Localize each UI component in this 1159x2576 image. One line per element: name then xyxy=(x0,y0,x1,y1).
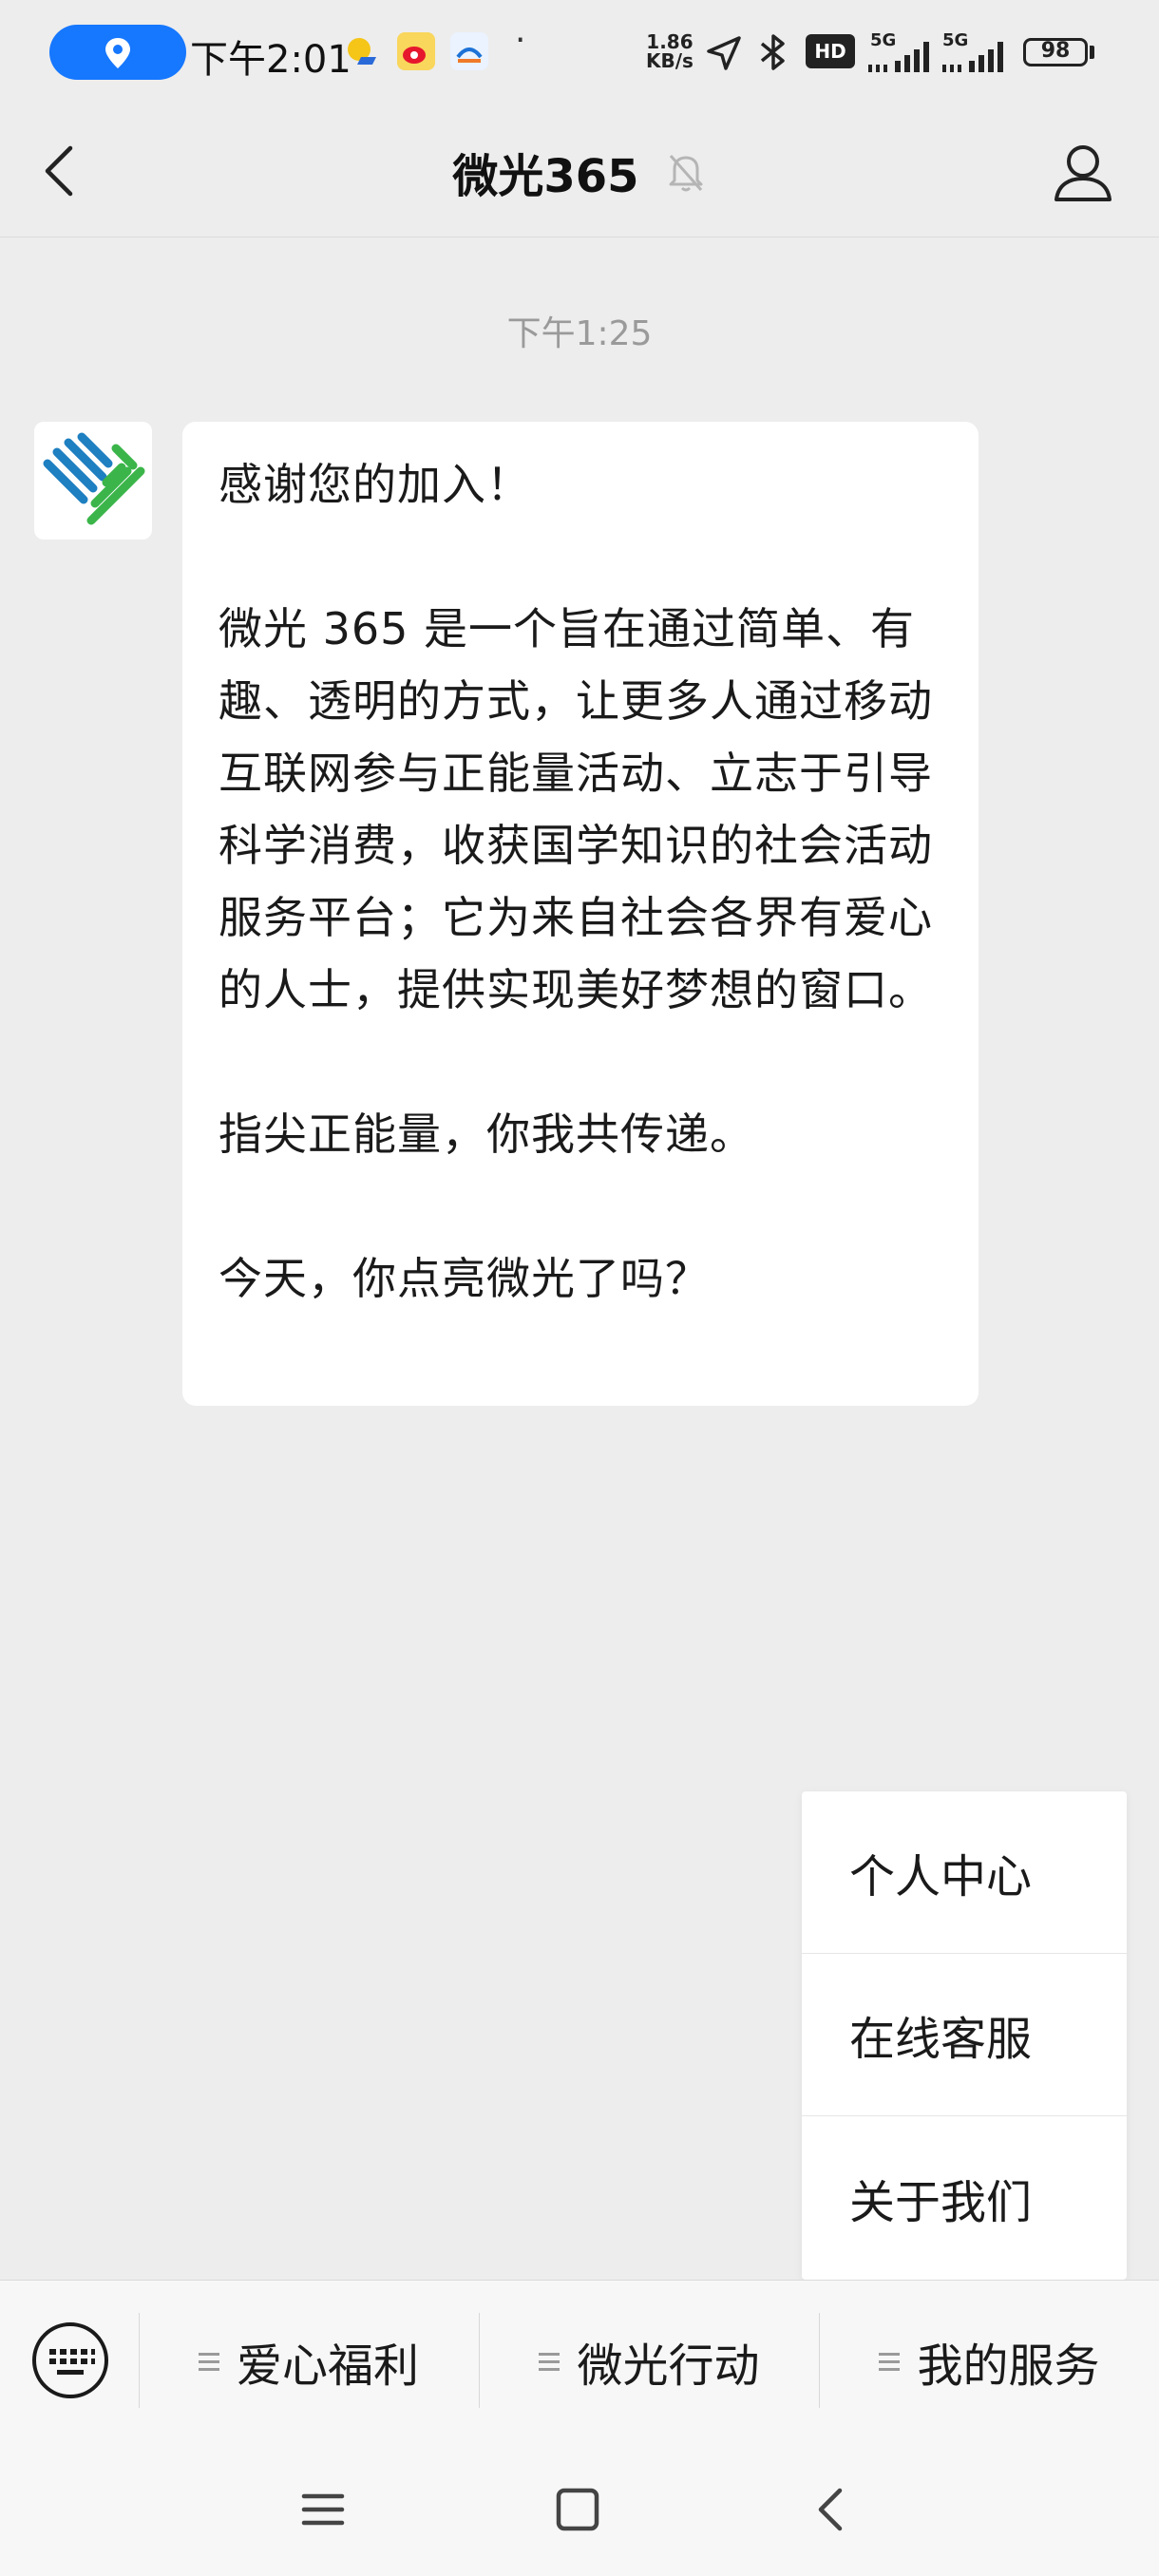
battery-icon: 98 xyxy=(1023,38,1088,66)
weiguang-logo-icon xyxy=(43,432,145,525)
nav-back-button[interactable] xyxy=(804,2481,861,2538)
weather-icon xyxy=(344,32,382,70)
bottom-menu-bar: 爱心福利 微光行动 我的服务 xyxy=(0,2280,1159,2443)
battery-level: 98 xyxy=(1040,39,1071,63)
menu-item-online-service[interactable]: 在线客服 xyxy=(802,1954,1127,2116)
nav-home-button[interactable] xyxy=(549,2481,606,2538)
location-arrow-icon xyxy=(707,36,741,70)
hd-icon: HD xyxy=(806,34,855,68)
message-question: 今天，你点亮微光了吗？ xyxy=(218,1253,710,1304)
mute-bell-icon xyxy=(669,155,703,192)
keyboard-icon xyxy=(32,2322,108,2398)
message-intro: 微光 365 是一个旨在通过简单、有趣、透明的方式，让更多人通过移动互联网参与正… xyxy=(218,603,933,1015)
location-pill[interactable] xyxy=(49,25,186,80)
title-bar: 微光365 xyxy=(0,104,1159,237)
profile-button[interactable] xyxy=(1045,135,1121,211)
weibo-icon xyxy=(397,32,435,70)
bluetooth-icon xyxy=(760,34,785,70)
battery-cap xyxy=(1090,46,1094,59)
menu-item-personal-center[interactable]: 个人中心 xyxy=(802,1791,1127,1954)
status-more-dot: · xyxy=(515,21,526,60)
message-timestamp: 下午1:25 xyxy=(506,314,653,353)
profile-icon xyxy=(1054,145,1112,201)
message-slogan: 指尖正能量，你我共传递。 xyxy=(218,1108,754,1160)
system-nav-bar xyxy=(0,2443,1159,2576)
message-greeting: 感谢您的加入！ xyxy=(218,459,531,510)
menu-lines-icon xyxy=(539,2348,560,2376)
menu-tab-weiguang-action[interactable]: 微光行动 xyxy=(480,2281,819,2442)
menu-item-about-us[interactable]: 关于我们 xyxy=(802,2116,1127,2279)
menu-tab-love-welfare[interactable]: 爱心福利 xyxy=(140,2281,478,2442)
avatar[interactable] xyxy=(34,422,152,540)
network-speed: 1.86 KB/s xyxy=(646,30,694,72)
status-bar: 下午2:01 · 1.86 KB/s HD 5G 5G 98 xyxy=(0,0,1159,104)
menu-tab-my-services[interactable]: 我的服务 xyxy=(820,2281,1159,2442)
menu-lines-icon xyxy=(879,2348,901,2376)
back-icon xyxy=(818,2488,843,2531)
message-bubble[interactable]: 感谢您的加入！ 微光 365 是一个旨在通过简单、有趣、透明的方式，让更多人通过… xyxy=(182,422,978,1406)
app-icon xyxy=(450,32,488,70)
page-title: 微光365 xyxy=(452,150,639,203)
nav-menu-button[interactable] xyxy=(294,2481,352,2538)
status-time: 下午2:01 xyxy=(190,38,352,82)
keyboard-toggle-button[interactable] xyxy=(30,2320,110,2400)
menu-lines-icon xyxy=(198,2348,219,2376)
home-icon xyxy=(556,2488,599,2531)
menu-tab-label: 爱心福利 xyxy=(236,2339,419,2393)
popup-menu: 个人中心 在线客服 关于我们 xyxy=(802,1791,1127,2280)
menu-tab-label: 微光行动 xyxy=(577,2339,760,2393)
menu-tab-label: 我的服务 xyxy=(917,2339,1100,2393)
menu-icon xyxy=(301,2493,345,2526)
location-icon xyxy=(105,38,130,68)
title-area: 微光365 xyxy=(0,139,1159,205)
chat-screen: 下午2:01 · 1.86 KB/s HD 5G 5G 98 微光365 下午1… xyxy=(0,0,1159,2576)
